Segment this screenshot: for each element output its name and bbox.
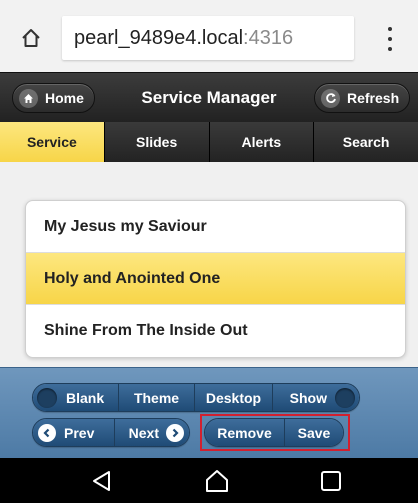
theme-button[interactable]: Theme: [119, 384, 195, 411]
url-port: :4316: [243, 27, 294, 49]
selection-highlight: [200, 414, 350, 451]
prev-button[interactable]: Prev: [33, 419, 115, 446]
circle-home-icon[interactable]: [204, 468, 230, 494]
refresh-button[interactable]: Refresh: [314, 83, 411, 113]
show-button-label: Show: [289, 389, 327, 406]
home-button[interactable]: Home: [12, 83, 95, 113]
refresh-button-label: Refresh: [347, 90, 400, 106]
tab-service[interactable]: Service: [0, 122, 105, 162]
prev-button-label: Prev: [64, 424, 95, 441]
footer-controls: Blank Theme Desktop Show Prev Next Remov…: [0, 367, 418, 458]
show-button[interactable]: Show: [273, 384, 359, 411]
browser-home-icon[interactable]: [20, 27, 42, 49]
square-recents-icon[interactable]: [318, 468, 344, 494]
service-item-selected[interactable]: Holy and Anointed One: [26, 253, 405, 305]
blank-button[interactable]: Blank: [33, 384, 119, 411]
service-list: My Jesus my Saviour Holy and Anointed On…: [25, 200, 406, 358]
service-item[interactable]: My Jesus my Saviour: [26, 201, 405, 253]
browser-toolbar: pearl_9489e4.local:4316: [0, 0, 418, 72]
display-controls: Blank Theme Desktop Show: [32, 383, 360, 412]
chevron-left-icon: [38, 423, 56, 442]
next-button[interactable]: Next: [115, 419, 189, 446]
vertical-dots-icon[interactable]: [380, 27, 400, 51]
app-header: Home Service Manager Refresh: [0, 72, 418, 122]
triangle-back-icon[interactable]: [89, 468, 115, 494]
tab-search[interactable]: Search: [314, 122, 418, 162]
desktop-button[interactable]: Desktop: [195, 384, 273, 411]
blank-button-label: Blank: [66, 389, 105, 406]
url-field[interactable]: pearl_9489e4.local:4316: [62, 16, 354, 60]
system-nav-bar: [0, 458, 418, 503]
service-item[interactable]: Shine From The Inside Out: [26, 305, 405, 357]
tab-alerts[interactable]: Alerts: [209, 122, 315, 162]
home-button-label: Home: [45, 90, 84, 106]
refresh-icon: [321, 88, 340, 108]
show-toggle-icon: [335, 387, 355, 408]
url-text: pearl_9489e4.local:4316: [74, 27, 293, 50]
tab-bar: Service Slides Alerts Search: [0, 122, 418, 162]
next-button-label: Next: [128, 424, 159, 441]
chevron-right-icon: [166, 423, 184, 442]
url-host: pearl_9489e4.local: [74, 27, 244, 49]
house-icon: [19, 88, 38, 108]
tab-slides[interactable]: Slides: [104, 122, 210, 162]
navigation-controls: Prev Next: [32, 418, 190, 447]
blank-toggle-icon: [37, 387, 57, 408]
